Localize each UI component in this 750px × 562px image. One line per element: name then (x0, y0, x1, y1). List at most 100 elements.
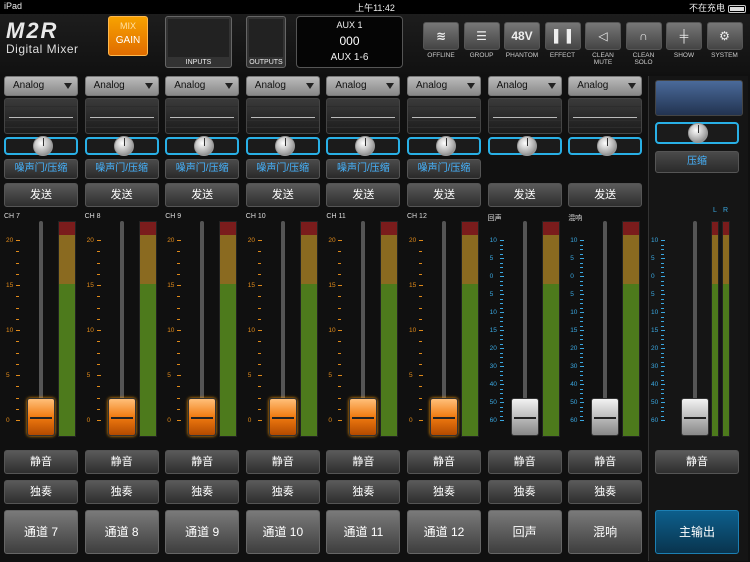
fader-handle[interactable] (430, 398, 458, 436)
eq-display[interactable] (165, 98, 240, 134)
scale-tick (338, 386, 342, 388)
input-source-dropdown[interactable]: Analog (165, 76, 240, 96)
solo-button[interactable]: 独奏 (407, 480, 481, 504)
gate-compressor-button[interactable]: 噪声门/压缩 (84, 159, 159, 179)
eq-display[interactable] (407, 98, 481, 134)
eq-display[interactable] (326, 98, 401, 134)
send-button[interactable]: 发送 (4, 183, 78, 207)
fader-handle[interactable] (591, 398, 620, 436)
main-compressor-button[interactable]: 压缩 (655, 151, 739, 173)
aux-selector[interactable]: AUX 1 000 AUX 1-6 (296, 16, 403, 68)
main-fader-handle[interactable] (681, 398, 709, 436)
scale-tick-label: 0 (6, 417, 10, 424)
scale-tick-label: 0 (570, 273, 574, 280)
send-button[interactable]: 发送 (568, 183, 643, 207)
outputs-meter-button[interactable]: OUTPUTS (246, 16, 286, 68)
solo-button[interactable]: 独奏 (84, 480, 159, 504)
send-button[interactable]: 发送 (487, 183, 562, 207)
scale-tick (661, 379, 664, 381)
fader-handle[interactable] (188, 398, 217, 436)
scale-tick-label: 60 (570, 417, 578, 424)
input-source-dropdown[interactable]: Analog (84, 76, 159, 96)
fader-handle[interactable] (268, 398, 297, 436)
eq-display[interactable] (245, 98, 320, 134)
gate-compressor-button[interactable]: 噪声门/压缩 (165, 159, 240, 179)
pan-control[interactable] (326, 136, 401, 156)
input-source-dropdown[interactable]: Analog (245, 76, 320, 96)
solo-button[interactable]: 独奏 (245, 480, 320, 504)
fader-handle[interactable] (107, 398, 136, 436)
show-button[interactable]: ╪ SHOW (665, 22, 703, 70)
pan-control[interactable] (407, 136, 481, 156)
channel-name-button[interactable]: 回声 (487, 510, 562, 554)
fader-handle[interactable] (510, 398, 539, 436)
scale-tick (661, 334, 664, 336)
channel-name-button[interactable]: 通道 11 (326, 510, 401, 554)
effect-button[interactable]: ▌▐ EFFECT (544, 22, 582, 70)
input-source-dropdown[interactable]: Analog (407, 76, 481, 96)
channel-name-button[interactable]: 混响 (568, 510, 643, 554)
pan-control[interactable] (245, 136, 320, 156)
pan-control[interactable] (165, 136, 240, 156)
send-button[interactable]: 发送 (326, 183, 401, 207)
gate-compressor-button[interactable]: 噪声门/压缩 (407, 159, 481, 179)
eq-gridline (488, 106, 561, 107)
fader-handle[interactable] (349, 398, 378, 436)
input-source-dropdown[interactable]: Analog (487, 76, 562, 96)
input-source-dropdown[interactable]: Analog (326, 76, 401, 96)
main-eq-display[interactable] (655, 80, 743, 116)
scale-tick (16, 375, 20, 376)
system-button[interactable]: ⚙ SYSTEM (706, 22, 744, 70)
eq-display[interactable] (487, 98, 562, 134)
pan-control[interactable] (487, 136, 562, 156)
clean-solo-button[interactable]: ∩ CLEAN SOLO (625, 22, 663, 70)
scale-tick (338, 420, 343, 421)
solo-button[interactable]: 独奏 (4, 480, 78, 504)
mute-button[interactable]: 静音 (4, 450, 78, 474)
pan-control[interactable] (568, 136, 643, 156)
input-source-dropdown[interactable]: Analog (4, 76, 78, 96)
mute-button[interactable]: 静音 (165, 450, 240, 474)
pan-control[interactable] (84, 136, 159, 156)
send-button[interactable]: 发送 (84, 183, 159, 207)
channel-name-button[interactable]: 通道 10 (245, 510, 320, 554)
solo-button[interactable]: 独奏 (326, 480, 401, 504)
solo-button[interactable]: 独奏 (165, 480, 240, 504)
phantom-button[interactable]: 48V PHANTOM (503, 22, 541, 70)
mute-button[interactable]: 静音 (568, 450, 643, 474)
input-source-dropdown[interactable]: Analog (568, 76, 643, 96)
mute-button[interactable]: 静音 (407, 450, 481, 474)
eq-display[interactable] (4, 98, 78, 134)
scale-tick (580, 384, 585, 385)
channel-name-button[interactable]: 通道 12 (407, 510, 481, 554)
mute-button[interactable]: 静音 (487, 450, 562, 474)
scale-tick (419, 352, 422, 354)
main-output-button[interactable]: 主输出 (655, 510, 739, 554)
main-pan-knob[interactable] (655, 122, 739, 144)
send-button[interactable]: 发送 (407, 183, 481, 207)
inputs-meter-button[interactable]: INPUTS (165, 16, 232, 68)
mute-button[interactable]: 静音 (245, 450, 320, 474)
channel-name-button[interactable]: 通道 9 (165, 510, 240, 554)
solo-button[interactable]: 独奏 (568, 480, 643, 504)
scale-tick (177, 240, 182, 241)
pan-control[interactable] (4, 136, 78, 156)
eq-display[interactable] (568, 98, 643, 134)
gate-compressor-button[interactable]: 噪声门/压缩 (4, 159, 78, 179)
fader-handle[interactable] (27, 398, 55, 436)
gate-compressor-button[interactable]: 噪声门/压缩 (326, 159, 401, 179)
solo-button[interactable]: 独奏 (487, 480, 562, 504)
offline-button[interactable]: ≋ OFFLINE (422, 22, 460, 70)
mix-gain-button[interactable]: MIX GAIN (108, 16, 148, 56)
send-button[interactable]: 发送 (165, 183, 240, 207)
mute-button[interactable]: 静音 (84, 450, 159, 474)
gate-compressor-button[interactable]: 噪声门/压缩 (245, 159, 320, 179)
group-button[interactable]: ☰ GROUP (463, 22, 501, 70)
channel-name-button[interactable]: 通道 7 (4, 510, 78, 554)
eq-display[interactable] (84, 98, 159, 134)
send-button[interactable]: 发送 (245, 183, 320, 207)
mute-button[interactable]: 静音 (326, 450, 401, 474)
clean-mute-button[interactable]: ◁ CLEAN MUTE (584, 22, 622, 70)
channel-name-button[interactable]: 通道 8 (84, 510, 159, 554)
main-mute-button[interactable]: 静音 (655, 450, 739, 474)
